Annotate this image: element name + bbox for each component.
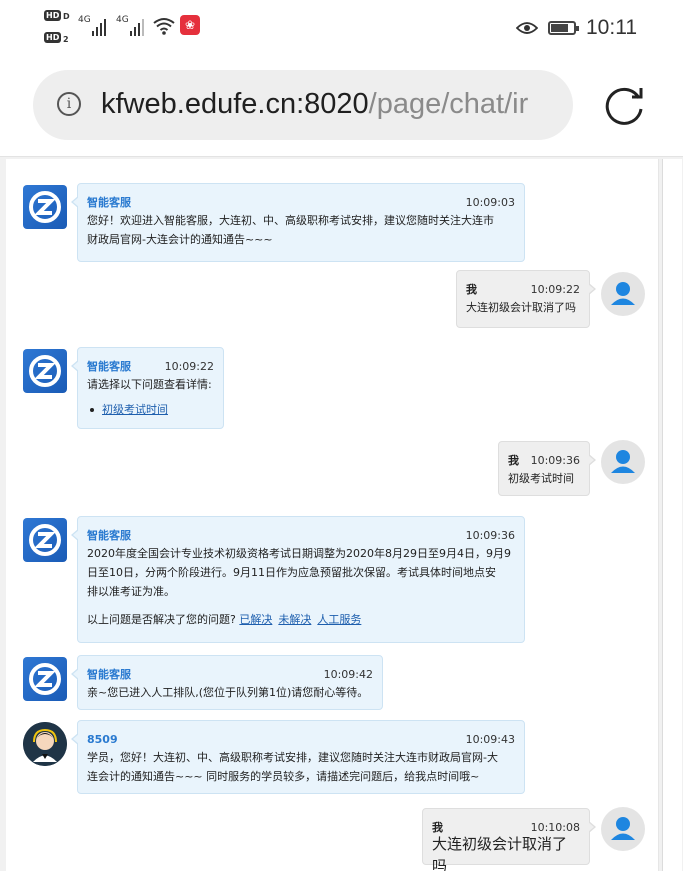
- bot-avatar: [23, 185, 67, 229]
- clock: 10:11: [586, 16, 637, 39]
- message-time: 10:09:43: [465, 733, 515, 746]
- sender-name: 智能客服: [87, 196, 131, 209]
- feedback-prompt: 以上问题是否解决了您的问题?: [87, 613, 236, 626]
- url-path: /page/chat/ir: [368, 88, 529, 120]
- user-message: 我 10:09:36 初级考试时间: [498, 441, 596, 496]
- user-message: 我 10:10:08 大连初级会计取消了吗: [422, 808, 596, 871]
- message-time: 10:09:03: [465, 196, 515, 209]
- bot-message: 智能客服 10:09:22 请选择以下问题查看详情: 初级考试时间: [71, 347, 224, 429]
- bot-avatar: [23, 518, 67, 562]
- sender-name: 智能客服: [87, 529, 131, 542]
- message-line: 排以准考证为准。: [87, 585, 175, 598]
- human-service-link[interactable]: 人工服务: [317, 613, 361, 626]
- message-time: 10:09:42: [323, 668, 373, 681]
- message-line: 财政局官网-大连会计的通知通告~~~: [87, 233, 273, 246]
- user-avatar: [601, 272, 645, 316]
- question-option-link[interactable]: 初级考试时间: [102, 400, 168, 419]
- agent-avatar: [23, 722, 67, 766]
- user-avatar: [601, 440, 645, 484]
- battery-icon: [548, 21, 579, 35]
- person-icon: [611, 817, 635, 840]
- bot-message: 智能客服 10:09:03 您好！欢迎进入智能客服，大连初、中、高级职称考试安排，…: [71, 183, 525, 262]
- resolved-link[interactable]: 已解决: [239, 613, 272, 626]
- user-avatar: [601, 807, 645, 851]
- message-text: 大连初级会计取消了吗: [466, 301, 576, 314]
- headset-agent-icon: [23, 722, 67, 766]
- browser-toolbar: i kfweb.edufe.cn:8020/page/chat/ir: [0, 56, 683, 157]
- sender-name: 智能客服: [87, 668, 131, 681]
- hd-voice-icon-2: HD: [44, 32, 62, 43]
- app-notification-icon: ❀: [180, 15, 200, 35]
- message-text: 亲~您已进入人工排队,(您位于队列第1位)请您耐心等待。: [87, 686, 369, 699]
- bot-avatar: [23, 657, 67, 701]
- address-bar[interactable]: i kfweb.edufe.cn:8020/page/chat/ir: [33, 70, 573, 140]
- message-time: 10:09:22: [164, 360, 214, 373]
- message-time: 10:09:36: [530, 454, 580, 467]
- message-time: 10:09:22: [530, 283, 580, 296]
- bot-logo-icon: [29, 524, 61, 556]
- chat-area: 智能客服 10:09:03 您好！欢迎进入智能客服，大连初、中、高级职称考试安排，…: [0, 157, 683, 871]
- bot-logo-icon: [29, 663, 61, 695]
- reload-icon[interactable]: [604, 84, 646, 126]
- network-type-1: 4G: [78, 15, 91, 25]
- scrollbar[interactable]: [662, 159, 682, 871]
- sender-name: 我: [508, 454, 519, 467]
- message-text: 请选择以下问题查看详情:: [87, 378, 212, 391]
- message-line: 日至10日，分两个阶段进行。9月11日作为应急预留批次保留。考试具体时间地点安: [87, 566, 496, 579]
- bullet-icon: [90, 407, 94, 412]
- sender-name: 智能客服: [87, 360, 131, 373]
- message-line: 2020年度全国会计专业技术初级资格考试日期调整为2020年8月29日至9月4日…: [87, 547, 511, 560]
- signal-2-icon: [130, 16, 144, 36]
- network-type-2: 4G: [116, 15, 129, 25]
- message-text: 大连初级会计取消了吗: [432, 835, 568, 871]
- message-time: 10:09:36: [465, 529, 515, 542]
- hd-sim2-icon: 2: [63, 35, 69, 44]
- bot-avatar: [23, 349, 67, 393]
- hd-sim1-icon: D: [63, 12, 70, 21]
- status-icons-right: 10:11: [516, 14, 637, 42]
- sender-name: 8509: [87, 733, 118, 746]
- bot-logo-icon: [29, 355, 61, 387]
- user-message: 我 10:09:22 大连初级会计取消了吗: [456, 270, 596, 328]
- bot-logo-icon: [29, 191, 61, 223]
- message-line: 学员，您好！大连初、中、高级职称考试安排，建议您随时关注大连市财政局官网-大: [87, 751, 498, 764]
- bot-message: 智能客服 10:09:36 2020年度全国会计专业技术初级资格考试日期调整为20…: [71, 516, 525, 643]
- hd-voice-icon: HD: [44, 10, 62, 21]
- agent-message: 8509 10:09:43 学员，您好！大连初、中、高级职称考试安排，建议您随时关…: [71, 720, 525, 794]
- info-icon[interactable]: i: [57, 92, 81, 116]
- sender-name: 我: [466, 283, 477, 296]
- url-host: kfweb.edufe.cn:8020: [101, 88, 369, 120]
- status-bar: HD D HD 2 4G 4G ❀ 10:11: [0, 0, 683, 56]
- url-text[interactable]: kfweb.edufe.cn:8020/page/chat/ir: [101, 85, 528, 123]
- bot-message: 智能客服 10:09:42 亲~您已进入人工排队,(您位于队列第1位)请您耐心等待…: [71, 655, 383, 710]
- person-icon: [611, 450, 635, 473]
- eye-icon: [516, 22, 538, 34]
- message-text: 初级考试时间: [508, 472, 574, 485]
- signal-1-icon: [92, 16, 106, 36]
- chat-messages[interactable]: 智能客服 10:09:03 您好！欢迎进入智能客服，大连初、中、高级职称考试安排，…: [6, 159, 659, 871]
- message-line: 连会计的通知通告~~~ 同时服务的学员较多，请描述完问题后，给我点时间哦~: [87, 770, 480, 783]
- person-icon: [611, 282, 635, 305]
- wifi-icon: [153, 18, 175, 35]
- unresolved-link[interactable]: 未解决: [278, 613, 311, 626]
- message-line: 您好！欢迎进入智能客服，大连初、中、高级职称考试安排，建议您随时关注大连市: [87, 214, 494, 227]
